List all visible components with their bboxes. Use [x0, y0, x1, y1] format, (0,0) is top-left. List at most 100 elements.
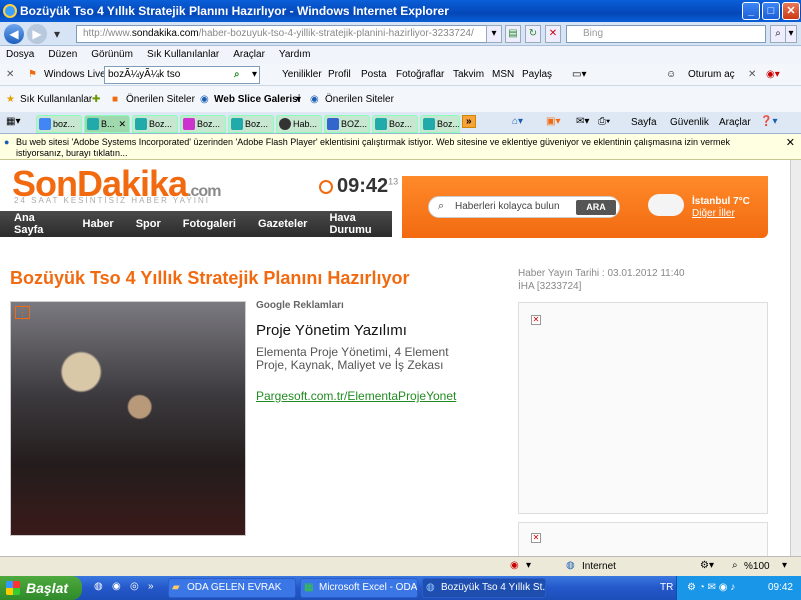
quick-tabs-icon[interactable]: ▦▾ [6, 116, 20, 127]
forward-button[interactable]: ▶ [27, 24, 47, 44]
quicklaunch-more-icon[interactable]: » [148, 581, 154, 592]
menu-help[interactable]: Yardım [279, 46, 311, 64]
address-bar[interactable]: http://www.sondakika.com/haber-bozuyuk-t… [76, 25, 498, 43]
quicklaunch-firefox-icon[interactable]: ◎ [130, 581, 139, 592]
webslice-link[interactable]: Web Slice Galerisi [214, 94, 301, 105]
compat-view-icon[interactable]: ▤ [505, 25, 521, 43]
quicklaunch-ie-icon[interactable]: ◍ [94, 581, 103, 592]
menu-view[interactable]: Görünüm [91, 46, 133, 64]
status-dropdown-icon[interactable]: ▾ [526, 560, 531, 571]
signin-link[interactable]: Oturum aç [688, 69, 735, 80]
language-indicator[interactable]: TR [660, 582, 673, 593]
live-item-news[interactable]: Yenilikler [282, 69, 322, 80]
system-tray: ⚙ ◔ ✉ ◉ ♪ 09:42 [676, 576, 801, 600]
tab-5[interactable]: Boz... [228, 115, 274, 133]
mail-icon[interactable]: ✉▾ [576, 116, 589, 127]
live-item-msn[interactable]: MSN [492, 69, 514, 80]
nav-home[interactable]: Ana Sayfa [14, 212, 61, 236]
menu-favorites[interactable]: Sık Kullanılanlar [147, 46, 219, 64]
close-live-icon[interactable]: ✕ [748, 69, 756, 80]
live-item-share[interactable]: Paylaş [522, 69, 552, 80]
task-excel[interactable]: ▦ Microsoft Excel - ODA... [300, 578, 418, 598]
nav-newspapers[interactable]: Gazeteler [258, 218, 308, 230]
tab-label: Hab... [293, 119, 318, 129]
minimize-button[interactable]: _ [742, 2, 760, 20]
menu-file[interactable]: Dosya [6, 46, 34, 64]
live-logo-icon[interactable]: ◉▾ [766, 69, 780, 80]
search-icon[interactable]: ⌕ [770, 25, 786, 43]
suggested-sites-link-2[interactable]: Önerilen Siteler [325, 94, 394, 105]
history-dropdown-icon[interactable]: ▾ [50, 24, 64, 44]
tab-4[interactable]: Boz... [180, 115, 226, 133]
tray-clock[interactable]: 09:42 [768, 576, 793, 600]
task-ie-active[interactable]: ◍ Bozüyük Tso 4 Yıllık St... [422, 578, 546, 598]
close-button[interactable]: ✕ [782, 2, 800, 20]
tray-icons[interactable]: ⚙ ◔ ✉ ◉ ♪ [687, 582, 735, 593]
favorites-button[interactable]: Sık Kullanılanlar [20, 94, 92, 105]
menu-tools[interactable]: Araçlar [233, 46, 265, 64]
print-icon[interactable]: ⎙▾ [598, 116, 610, 127]
window-title: Bozüyük Tso 4 Yıllık Stratejik Planını H… [20, 4, 449, 18]
quicklaunch-chrome-icon[interactable]: ◉ [112, 581, 121, 592]
live-search-dropdown-icon[interactable]: ▾ [252, 69, 257, 80]
zoom-level[interactable]: %100 [744, 561, 770, 572]
live-item-profile[interactable]: Profil [328, 69, 351, 80]
nav-news[interactable]: Haber [83, 218, 114, 230]
tab-9[interactable]: Boz... [420, 115, 460, 133]
safety-menu[interactable]: Güvenlik [670, 117, 709, 128]
webslice-dropdown-icon[interactable]: ▾ [296, 94, 301, 105]
other-cities-link[interactable]: Diğer İller [692, 208, 750, 220]
ad-link[interactable]: Pargesoft.com.tr/ElementaProjeYonet [256, 389, 456, 403]
tools-menu[interactable]: Araçlar [719, 117, 751, 128]
zoom-dropdown-icon[interactable]: ▾ [782, 560, 787, 571]
article-photo[interactable]: ⋮ [10, 301, 246, 536]
back-button[interactable]: ◀ [4, 24, 24, 44]
address-domain: sondakika.com [131, 28, 199, 39]
tab-8[interactable]: Boz... [372, 115, 418, 133]
nav-photogallery[interactable]: Fotogaleri [183, 218, 236, 230]
google-ads-label: Google Reklamları [256, 300, 344, 311]
tab-close-icon[interactable]: ✕ [118, 116, 126, 132]
tab-1[interactable]: boz... [36, 115, 82, 133]
live-item-mail[interactable]: Posta [361, 69, 387, 80]
status-tools-icon[interactable]: ⚙▾ [700, 560, 714, 571]
task-folder[interactable]: ▰ ODA GELEN EVRAK [168, 578, 296, 598]
more-tabs-icon[interactable]: » [462, 115, 476, 128]
ad-title[interactable]: Proje Yönetim Yazılımı [256, 322, 407, 339]
live-item-calendar[interactable]: Takvim [453, 69, 484, 80]
add-favorite-icon[interactable]: ✚ [92, 94, 100, 105]
feeds-icon[interactable]: ▣▾ [546, 116, 560, 127]
info-bar[interactable]: ● Bu web sitesi 'Adobe Systems Incorpora… [0, 134, 801, 160]
vertical-scrollbar[interactable] [790, 160, 801, 556]
tab-3[interactable]: Boz... [132, 115, 178, 133]
live-item-photos[interactable]: Fotoğraflar [396, 69, 444, 80]
site-favicon-icon [135, 118, 147, 130]
tab-label: Boz... [245, 119, 269, 129]
status-bar: ◉ ▾ ◍ Internet ⚙▾ ⌕ %100 ▾ [0, 556, 801, 576]
search-options-icon[interactable]: ▾ [785, 25, 797, 43]
refresh-icon[interactable]: ↻ [525, 25, 541, 43]
stop-icon[interactable]: ✕ [545, 25, 561, 43]
start-button[interactable]: Başlat [0, 576, 82, 600]
menu-edit[interactable]: Düzen [48, 46, 77, 64]
info-close-icon[interactable]: ✕ [786, 138, 795, 149]
search-input[interactable]: Bing [566, 25, 766, 43]
live-menu-icon[interactable]: ▭▾ [572, 69, 586, 80]
help-icon[interactable]: ❓▾ [760, 116, 777, 127]
suggested-sites-link[interactable]: Önerilen Siteler [126, 94, 195, 105]
tab-2-active[interactable]: B... ✕ [84, 115, 130, 133]
task-label: Microsoft Excel - ODA... [319, 582, 418, 593]
close-toolbar-icon[interactable]: ✕ [6, 69, 14, 80]
tab-6[interactable]: Hab... [276, 115, 322, 133]
tab-7[interactable]: BOZ... [324, 115, 370, 133]
nav-weather[interactable]: Hava Durumu [329, 212, 392, 236]
live-search-icon[interactable]: ⌕ [234, 69, 240, 80]
page-menu[interactable]: Sayfa [631, 117, 657, 128]
ad-banner-1[interactable]: ✕ [518, 302, 768, 514]
address-dropdown-icon[interactable]: ▾ [486, 25, 502, 43]
windows-live-label[interactable]: Windows Live [44, 69, 106, 80]
nav-sport[interactable]: Spor [136, 218, 161, 230]
site-search-button[interactable]: ARA [576, 200, 616, 215]
home-icon[interactable]: ⌂▾ [512, 116, 523, 127]
maximize-button[interactable]: □ [762, 2, 780, 20]
